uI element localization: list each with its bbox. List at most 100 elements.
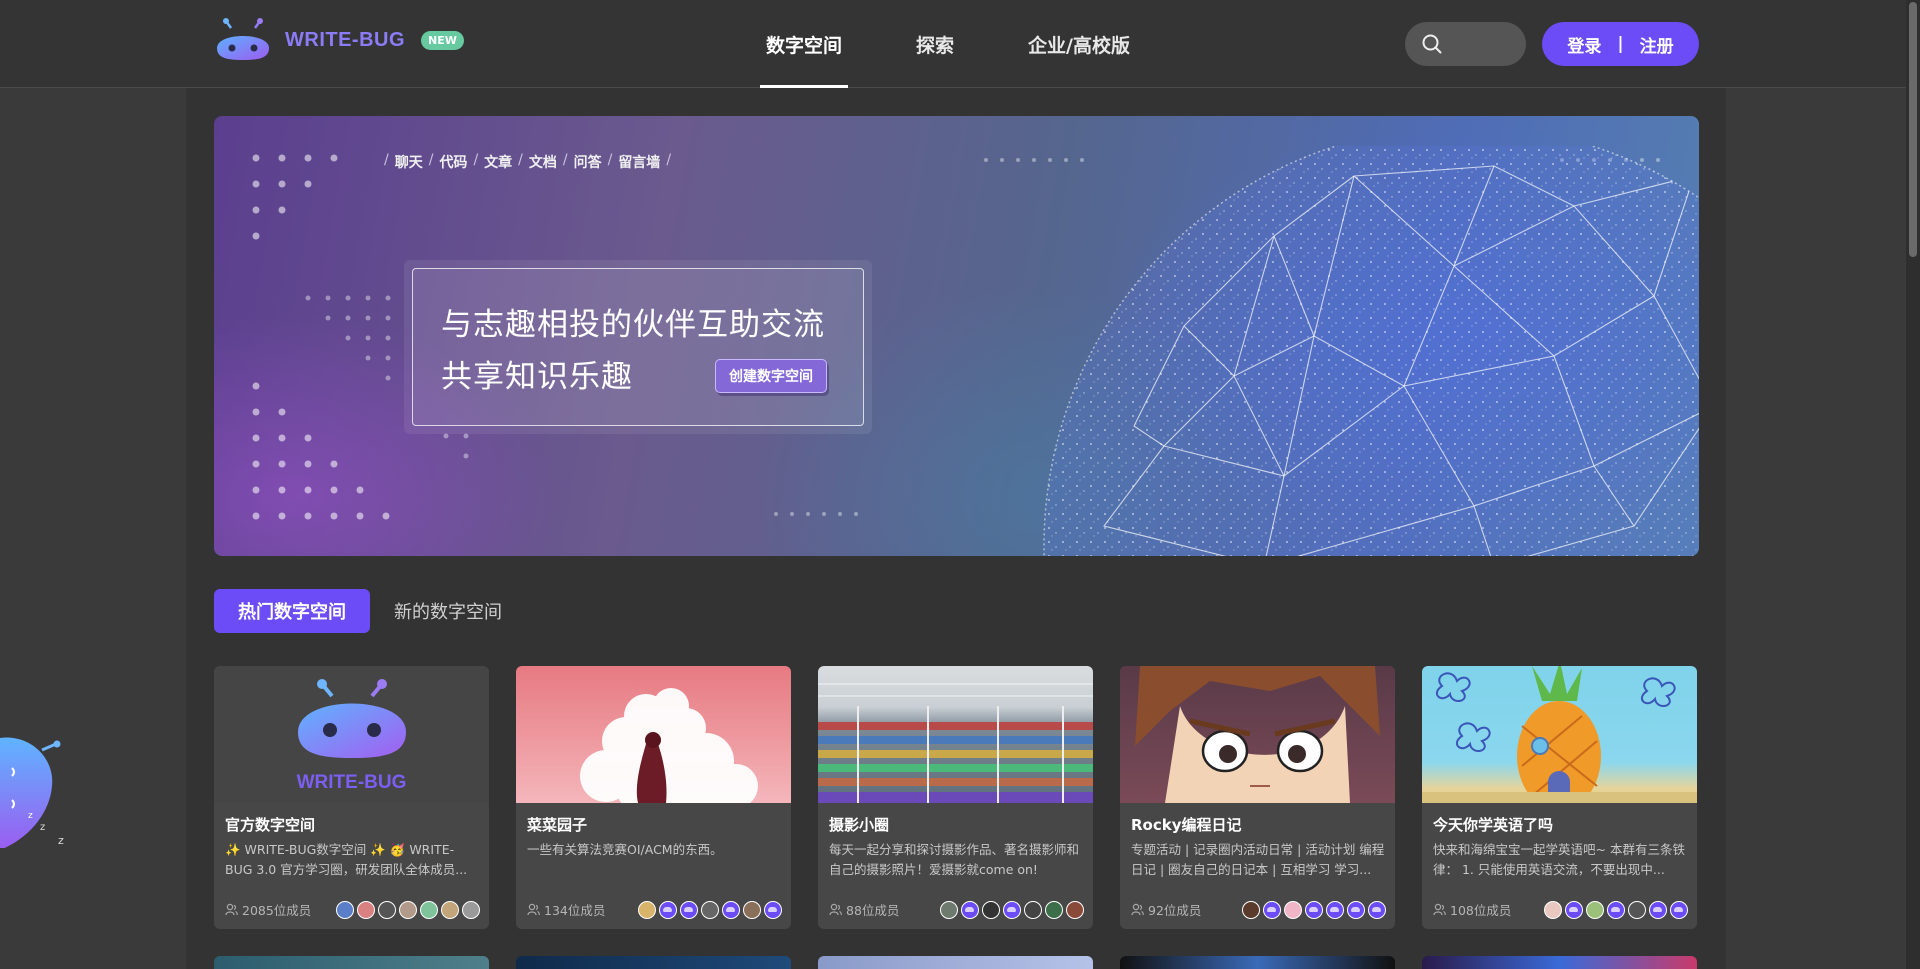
member-count-text: 92位成员 [1148,903,1202,918]
avatar[interactable] [1649,900,1667,919]
floating-assistant-mascot-icon[interactable]: z z z [0,728,70,848]
avatar[interactable] [1263,900,1281,919]
members-icon [1131,903,1144,916]
space-card-title: 摄影小圈 [829,816,890,834]
create-space-button[interactable]: 创建数字空间 [715,359,827,393]
space-card[interactable]: Rocky编程日记 专题活动 | 记录圈内活动日常 | 活动计划 编程日记 | … [1120,666,1395,929]
banner-tag: 代码 [439,155,468,171]
space-card-description: ✨ WRITE-BUG数字空间 ✨ 🥳 WRITE-BUG 3.0 官方学习圈，… [225,842,468,877]
avatar[interactable] [1368,900,1386,919]
members-icon [829,903,842,916]
avatar[interactable] [1607,900,1625,919]
avatar[interactable] [336,900,354,919]
members-icon [527,903,540,916]
register-button[interactable]: 注册 [1640,32,1674,57]
avatar[interactable] [441,900,459,919]
avatar[interactable] [378,900,396,919]
avatar[interactable] [1326,900,1344,919]
avatar[interactable] [357,900,375,919]
space-card-cover [1422,666,1697,803]
space-card[interactable]: 今天你学英语了吗 快来和海绵宝宝一起学英语吧~ 本群有三条铁律： 1. 只能使用… [1422,666,1697,929]
space-card[interactable]: 摄影小圈 每天一起分享和探讨摄影作品、著名摄影师和自己的摄影照片！爱摄影就com… [818,666,1093,929]
avatar[interactable] [743,900,761,919]
brand-logo[interactable]: WRITE-BUG NEW [213,18,464,62]
avatar[interactable] [659,900,677,919]
tab-hot-spaces[interactable]: 热门数字空间 [214,589,370,633]
avatar[interactable] [1003,900,1021,919]
space-card-description: 专题活动 | 记录圈内活动日常 | 活动计划 编程日记 | 圈友自己的日记本 |… [1131,842,1385,877]
avatar[interactable] [1628,900,1646,919]
space-card-cover[interactable] [1120,956,1395,969]
avatar[interactable] [1305,900,1323,919]
avatar[interactable] [1045,900,1063,919]
scrollbar-thumb[interactable] [1909,2,1917,257]
space-card[interactable]: 菜菜园子 一些有关算法竞赛OI/ACM的东西。 134位成员 [516,666,791,929]
nav-item-explore[interactable]: 探索 [910,0,960,88]
avatar[interactable] [462,900,480,919]
member-count: 92位成员 [1131,900,1201,919]
avatar[interactable] [764,900,782,919]
avatar[interactable] [399,900,417,919]
avatar[interactable] [680,900,698,919]
member-count: 108位成员 [1433,900,1511,919]
space-card-cover [1120,666,1395,803]
member-avatars [336,900,480,919]
banner-feature-tags: / 聊天 / 代码 / 文章 / 文档 / 问答 / 留言墙 / [384,152,672,171]
space-card-cover-text: WRITE-BUG [296,772,407,793]
member-count: 88位成员 [829,900,899,919]
avatar[interactable] [420,900,438,919]
new-badge: NEW [421,30,464,50]
svg-text:z: z [40,822,45,833]
member-count-text: 2085位成员 [242,903,312,918]
members-icon [1433,903,1446,916]
member-count: 2085位成员 [225,900,311,919]
avatar[interactable] [1242,900,1260,919]
avatar[interactable] [1670,900,1688,919]
member-avatars [638,900,782,919]
space-card-title: Rocky编程日记 [1131,816,1242,834]
space-card-footer: 92位成员 [1131,900,1386,919]
nav-item-digital-space[interactable]: 数字空间 [760,0,849,88]
space-card-footer: 88位成员 [829,900,1084,919]
brand-name: WRITE-BUG [285,28,406,51]
tab-new-spaces[interactable]: 新的数字空间 [394,589,502,633]
space-card-description: 快来和海绵宝宝一起学英语吧~ 本群有三条铁律： 1. 只能使用英语交流，不要出现… [1433,842,1685,877]
avatar[interactable] [638,900,656,919]
mascot-logo-icon [217,18,269,60]
space-card[interactable]: WRITE-BUG 官方数字空间 ✨ WRITE-BUG数字空间 ✨ 🥳 WRI… [214,666,489,929]
avatar[interactable] [722,900,740,919]
space-card-list-row2 [214,956,1697,969]
avatar[interactable] [1284,900,1302,919]
avatar[interactable] [1347,900,1365,919]
main-nav: 数字空间 探索 企业/高校版 [760,0,1198,88]
anime-character-cover-icon [1135,666,1380,803]
avatar[interactable] [1066,900,1084,919]
avatar[interactable] [982,900,1000,919]
page-scrollbar[interactable] [1906,0,1920,969]
avatar[interactable] [961,900,979,919]
avatar[interactable] [1544,900,1562,919]
svg-text:z: z [28,811,33,821]
login-button[interactable]: 登录 [1567,32,1601,57]
avatar[interactable] [1586,900,1604,919]
search-input[interactable] [1405,22,1526,66]
nav-item-enterprise[interactable]: 企业/高校版 [1022,0,1136,88]
space-card-cover [818,666,1093,803]
search-icon [1422,34,1442,54]
space-card-cover[interactable] [516,956,791,969]
space-card-cover [516,666,791,803]
space-card-title: 菜菜园子 [527,816,588,834]
space-card-cover[interactable] [1422,956,1697,969]
member-count: 134位成员 [527,900,605,919]
space-card-cover[interactable] [818,956,1093,969]
member-avatars [1242,900,1386,919]
member-count-text: 88位成员 [846,903,900,918]
space-card-cover: WRITE-BUG [214,666,489,803]
space-card-description: 一些有关算法竞赛OI/ACM的东西。 [527,842,723,857]
avatar[interactable] [1024,900,1042,919]
avatar[interactable] [1565,900,1583,919]
space-card-footer: 2085位成员 [225,900,480,919]
space-card-cover[interactable] [214,956,489,969]
avatar[interactable] [701,900,719,919]
avatar[interactable] [940,900,958,919]
